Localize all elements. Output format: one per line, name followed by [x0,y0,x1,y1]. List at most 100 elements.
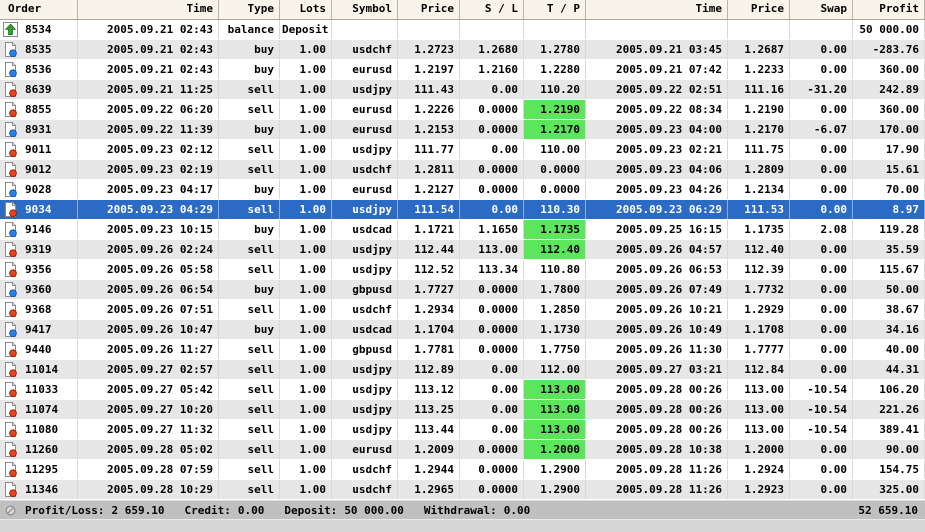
cell-swap: 0.00 [790,140,853,159]
history-row-8639[interactable]: 86392005.09.21 11:25sell1.00usdjpy111.43… [0,80,925,100]
cell-close_time: 2005.09.26 06:53 [586,260,728,279]
cell-sl: 0.0000 [460,460,524,479]
cell-tp: 1.2280 [524,60,586,79]
cell-close_time: 2005.09.28 00:26 [586,400,728,419]
cell-swap [790,20,853,39]
cell-open_time: 2005.09.26 05:58 [78,260,219,279]
history-row-11074[interactable]: 110742005.09.27 10:20sell1.00usdjpy113.2… [0,400,925,420]
cell-symbol: usdjpy [332,380,398,399]
history-row-9028[interactable]: 90282005.09.23 04:17buy1.00eurusd1.21270… [0,180,925,200]
cell-order: 11295 [0,460,78,479]
cell-profit: 35.59 [853,240,925,259]
cell-tp-hit-highlight: 113.00 [524,420,586,439]
cell-swap: 0.00 [790,160,853,179]
cell-sl: 0.00 [460,420,524,439]
cell-symbol: usdchf [332,300,398,319]
cell-close_price: 112.40 [728,240,790,259]
history-row-9368[interactable]: 93682005.09.26 07:51sell1.00usdchf1.2934… [0,300,925,320]
cell-type: buy [219,60,280,79]
cell-open_time: 2005.09.21 02:43 [78,40,219,59]
history-row-9034-selected[interactable]: 90342005.09.23 04:29sell1.00usdjpy111.54… [0,200,925,220]
history-row-9440[interactable]: 94402005.09.26 11:27sell1.00gbpusd1.7781… [0,340,925,360]
history-row-9319[interactable]: 93192005.09.26 02:24sell1.00usdjpy112.44… [0,240,925,260]
cell-order: 9360 [0,280,78,299]
history-row-9011[interactable]: 90112005.09.23 02:12sell1.00usdjpy111.77… [0,140,925,160]
cell-sl: 0.00 [460,140,524,159]
history-row-8536[interactable]: 85362005.09.21 02:43buy1.00eurusd1.21971… [0,60,925,80]
cell-close_time: 2005.09.28 00:26 [586,420,728,439]
cell-close_price: 112.39 [728,260,790,279]
history-row-9417[interactable]: 94172005.09.26 10:47buy1.00usdcad1.17040… [0,320,925,340]
cell-open_price: 1.2723 [398,40,460,59]
sell-order-icon [3,482,18,497]
sell-order-icon [3,362,18,377]
sell-order-icon [3,142,18,157]
cell-profit: 242.89 [853,80,925,99]
cell-close_price: 1.1735 [728,220,790,239]
cell-close_price: 111.75 [728,140,790,159]
cell-close_price: 1.2809 [728,160,790,179]
column-header-take-profit: T / P [524,0,586,19]
cell-close_price: 111.16 [728,80,790,99]
buy-order-icon [3,182,18,197]
order-number: 8639 [25,80,52,99]
cell-profit: 70.00 [853,180,925,199]
history-row-11260[interactable]: 112602005.09.28 05:02sell1.00eurusd1.200… [0,440,925,460]
history-row-8931[interactable]: 89312005.09.22 11:39buy1.00eurusd1.21530… [0,120,925,140]
cell-tp-hit-highlight: 112.40 [524,240,586,259]
history-row-9012[interactable]: 90122005.09.23 02:19sell1.00usdchf1.2811… [0,160,925,180]
column-header-type: Type [219,0,280,19]
profit-loss-summary: Profit/Loss:2 659.10 [25,504,164,517]
cell-lots: 1.00 [280,280,332,299]
summary-status-bar: Profit/Loss:2 659.10 Credit:0.00 Deposit… [0,500,925,519]
cell-tp: 1.2900 [524,480,586,499]
cell-swap: 0.00 [790,280,853,299]
history-row-9360[interactable]: 93602005.09.26 06:54buy1.00gbpusd1.77270… [0,280,925,300]
cell-open_price: 111.43 [398,80,460,99]
cell-open_time: 2005.09.23 04:29 [78,200,219,219]
cell-open_price: 1.2226 [398,100,460,119]
cell-profit: 154.75 [853,460,925,479]
history-row-9146[interactable]: 91462005.09.23 10:15buy1.00usdcad1.17211… [0,220,925,240]
cell-order: 9440 [0,340,78,359]
cell-open_time: 2005.09.26 11:27 [78,340,219,359]
history-row-11346[interactable]: 113462005.09.28 10:29sell1.00usdchf1.296… [0,480,925,500]
cell-swap: -10.54 [790,380,853,399]
cell-symbol: usdcad [332,320,398,339]
cell-open_time: 2005.09.28 05:02 [78,440,219,459]
cell-open_price: 1.2197 [398,60,460,79]
history-row-8534[interactable]: 85342005.09.21 02:43balanceDeposit50 000… [0,20,925,40]
cell-open_price: 1.2934 [398,300,460,319]
cell-lots: 1.00 [280,360,332,379]
cell-profit: 15.61 [853,160,925,179]
cell-close_price: 1.7732 [728,280,790,299]
cell-lots: 1.00 [280,320,332,339]
cell-tp: 1.2900 [524,460,586,479]
history-row-9356[interactable]: 93562005.09.26 05:58sell1.00usdjpy112.52… [0,260,925,280]
cell-open_price: 1.1704 [398,320,460,339]
cell-close_price: 1.7777 [728,340,790,359]
cell-order: 9034 [0,200,78,219]
cell-close_price: 1.2000 [728,440,790,459]
cell-profit: 38.67 [853,300,925,319]
cell-symbol: gbpusd [332,340,398,359]
history-row-8855[interactable]: 88552005.09.22 06:20sell1.00eurusd1.2226… [0,100,925,120]
cell-tp: 112.00 [524,360,586,379]
history-row-11295[interactable]: 112952005.09.28 07:59sell1.00usdchf1.294… [0,460,925,480]
history-row-11033[interactable]: 110332005.09.27 05:42sell1.00usdjpy113.1… [0,380,925,400]
cell-open_time: 2005.09.21 11:25 [78,80,219,99]
history-row-11080[interactable]: 110802005.09.27 11:32sell1.00usdjpy113.4… [0,420,925,440]
cell-order: 8639 [0,80,78,99]
history-row-11014[interactable]: 110142005.09.27 02:57sell1.00usdjpy112.8… [0,360,925,380]
cell-order: 11080 [0,420,78,439]
order-number: 9417 [25,320,52,339]
cell-sl: 0.00 [460,80,524,99]
cell-tp: 1.7750 [524,340,586,359]
table-header: Order Time Type Lots Symbol Price S / L … [0,0,925,20]
history-row-8535[interactable]: 85352005.09.21 02:43buy1.00usdchf1.27231… [0,40,925,60]
cell-open_time: 2005.09.23 02:12 [78,140,219,159]
cell-open_price: 1.2965 [398,480,460,499]
cell-sl: 1.2680 [460,40,524,59]
cell-close_time: 2005.09.28 11:26 [586,460,728,479]
cell-type: sell [219,360,280,379]
